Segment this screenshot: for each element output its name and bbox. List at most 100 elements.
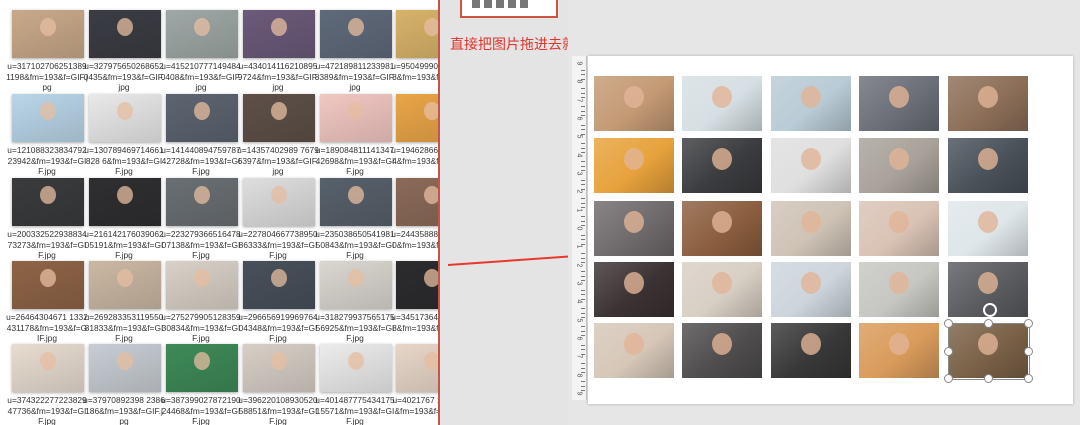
vertical-ruler: 9 8 7 6 5 4 3 2 1 0 1 2 3 4 5 6 7 8 9 (572, 56, 587, 400)
image-thumbnail (320, 344, 392, 392)
selection-frame (944, 319, 1033, 383)
image-thumbnail (12, 261, 84, 309)
slide-photo[interactable] (594, 262, 674, 317)
file-name: u=14357402989 76796397&fm=193&f=GIF.jpg (237, 145, 319, 177)
slide-thumbnail[interactable] (460, 0, 558, 18)
slide-photo[interactable] (682, 262, 762, 317)
ruler-tick (581, 165, 585, 167)
slide-canvas[interactable] (588, 56, 1073, 404)
slide-photo[interactable] (771, 201, 851, 256)
ruler-label: 6 (575, 336, 583, 341)
slide-photo[interactable] (594, 138, 674, 193)
file-name: u=21614217603906205191&fm=193&f=GIF.jpg (84, 229, 164, 261)
resize-handle[interactable] (944, 346, 953, 356)
ruler-tick (581, 257, 585, 259)
ruler-tick (581, 124, 585, 126)
file-name: u=31827993756517556925&fm=193&f=GIF.jpg (315, 312, 395, 344)
resize-handle[interactable] (944, 374, 953, 383)
slide-photo[interactable] (948, 201, 1028, 256)
resize-handle[interactable] (1024, 319, 1033, 328)
ruler-label: 5 (575, 318, 583, 323)
slide-photo[interactable] (859, 323, 939, 378)
file-name: u=29665691996976404348&fm=193&f=GIF.jpg (238, 312, 318, 344)
file-name: u=40148777543417515571&fm=193&f=GIF.jpg (315, 395, 395, 425)
slide-photo[interactable] (948, 76, 1028, 131)
slide-photo[interactable] (771, 138, 851, 193)
slide-photo[interactable] (682, 323, 762, 378)
image-thumbnail (243, 94, 315, 142)
ruler-tick (581, 252, 585, 254)
slide-photo[interactable] (948, 138, 1028, 193)
drag-arrow-icon (448, 250, 584, 266)
slide-photo[interactable] (771, 323, 851, 378)
ruler-tick (581, 216, 585, 218)
slide-photo[interactable] (682, 76, 762, 131)
mini-photo (520, 0, 528, 8)
resize-handle[interactable] (984, 319, 993, 328)
image-thumbnail (320, 94, 392, 142)
ruler-tick (581, 106, 585, 108)
ruler-label: 8 (575, 373, 583, 378)
ruler-label: 2 (575, 189, 583, 194)
resize-handle[interactable] (1024, 374, 1033, 383)
mini-photo (508, 0, 516, 8)
slide-photo[interactable] (594, 201, 674, 256)
ruler-tick (581, 184, 585, 186)
file-name: u=3451736429614418&fm=193&f=GIF.jpg (391, 312, 438, 333)
ruler-tick (581, 202, 585, 204)
slide-photo[interactable] (859, 262, 939, 317)
slide-photo[interactable] (594, 76, 674, 131)
mini-photo (496, 0, 504, 8)
file-name: u=4152107771494840408&fm=193&f=GIF.jpg (160, 61, 242, 93)
ruler-label: 1 (575, 244, 583, 249)
slide-photo[interactable] (771, 76, 851, 131)
ruler-tick (581, 129, 585, 131)
slide-photo[interactable] (771, 262, 851, 317)
rotate-handle-icon[interactable] (983, 303, 997, 317)
mini-photo (484, 0, 492, 8)
ruler-tick (581, 289, 585, 291)
file-name: u=38739902787219024468&fm=193&f=GIF.jpg (161, 395, 241, 425)
ruler-label: 7 (575, 98, 583, 103)
image-thumbnail (166, 261, 238, 309)
resize-handle[interactable] (1024, 346, 1033, 356)
ruler-label: 5 (575, 134, 583, 139)
slide-photo[interactable] (594, 323, 674, 378)
ruler-tick (581, 87, 585, 89)
slide-photo[interactable] (859, 76, 939, 131)
image-thumbnail (396, 261, 438, 309)
image-thumbnail (396, 344, 438, 392)
file-explorer: u=3171027062513891198&fm=193&f=GIF.jpg u=… (0, 0, 438, 425)
resize-handle[interactable] (944, 319, 953, 328)
ruler-tick (581, 92, 585, 94)
slide-photo[interactable] (682, 138, 762, 193)
image-thumbnail (243, 178, 315, 226)
image-thumbnail (166, 10, 238, 58)
file-name: u=14144089475978742728&fm=193&f=GIF.jpg (161, 145, 241, 177)
slide-photo[interactable] (682, 201, 762, 256)
image-thumbnail (89, 178, 161, 226)
image-thumbnail (12, 344, 84, 392)
slide-photo[interactable] (859, 201, 939, 256)
file-name: u=3279756502686520435&fm=193&f=GIF.jpg (83, 61, 165, 93)
image-thumbnail (12, 10, 84, 58)
ruler-tick (581, 362, 585, 364)
ruler-tick (581, 69, 585, 71)
image-thumbnail (320, 178, 392, 226)
image-thumbnail (320, 10, 392, 58)
slide-editor: 9 8 7 6 5 4 3 2 1 0 1 2 3 4 5 6 7 8 9 (568, 0, 1080, 425)
slide-photo[interactable] (859, 138, 939, 193)
file-name: u=37432227722382947736&fm=193&f=GIF.jpg (7, 395, 87, 425)
resize-handle[interactable] (984, 374, 993, 383)
image-thumbnail (166, 178, 238, 226)
image-thumbnail (89, 94, 161, 142)
ruler-tick (581, 271, 585, 273)
ruler-tick (581, 326, 585, 328)
ruler-tick (581, 381, 585, 383)
file-name: u=12108832383479223942&fm=193&f=GIF.jpg (7, 145, 87, 177)
image-thumbnail (166, 344, 238, 392)
ruler-tick (581, 161, 585, 163)
ruler-tick (581, 307, 585, 309)
ruler-tick (581, 312, 585, 314)
ruler-label: 6 (575, 116, 583, 121)
